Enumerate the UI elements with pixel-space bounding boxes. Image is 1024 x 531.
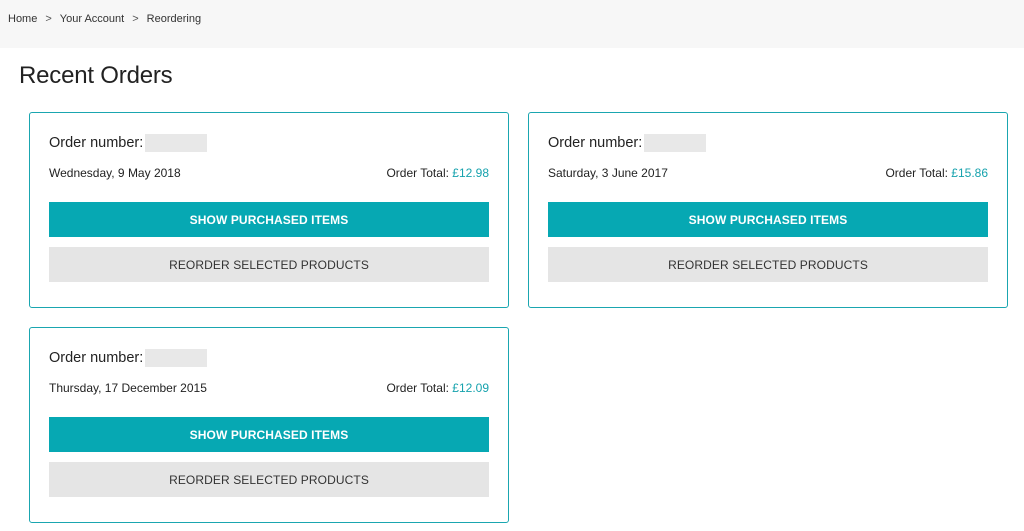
order-meta-row: Saturday, 3 June 2017 Order Total: £15.8… <box>548 165 988 181</box>
order-date: Saturday, 3 June 2017 <box>548 166 668 180</box>
order-card: Order number: Saturday, 3 June 2017 Orde… <box>528 112 1008 308</box>
order-meta-row: Thursday, 17 December 2015 Order Total: … <box>49 380 489 396</box>
order-number-row: Order number: <box>548 133 707 153</box>
order-meta-row: Wednesday, 9 May 2018 Order Total: £12.9… <box>49 165 489 181</box>
order-total-amount: £15.86 <box>951 166 988 180</box>
order-number-value <box>145 134 208 152</box>
order-total-label: Order Total: <box>885 166 948 180</box>
order-total-label: Order Total: <box>386 381 449 395</box>
order-total: Order Total: £12.09 <box>386 381 489 395</box>
order-number-row: Order number: <box>49 133 208 153</box>
breadcrumb-bar: Home > Your Account > Reordering <box>0 0 1024 48</box>
order-total: Order Total: £15.86 <box>885 166 988 180</box>
reorder-selected-products-button[interactable]: REORDER SELECTED PRODUCTS <box>49 247 489 282</box>
page-title: Recent Orders <box>19 62 173 89</box>
order-number-label: Order number: <box>49 350 144 366</box>
breadcrumb: Home > Your Account > Reordering <box>8 13 201 25</box>
order-total: Order Total: £12.98 <box>386 166 489 180</box>
order-number-value <box>644 134 707 152</box>
order-number-value <box>145 349 208 367</box>
breadcrumb-current-page: Reordering <box>146 13 202 25</box>
breadcrumb-separator: > <box>132 13 139 25</box>
order-number-row: Order number: <box>49 348 208 368</box>
breadcrumb-home-link[interactable]: Home <box>8 13 37 25</box>
order-card: Order number: Thursday, 17 December 2015… <box>29 327 509 523</box>
order-card: Order number: Wednesday, 9 May 2018 Orde… <box>29 112 509 308</box>
order-total-amount: £12.98 <box>452 166 489 180</box>
breadcrumb-your-account-link[interactable]: Your Account <box>60 13 124 25</box>
order-total-amount: £12.09 <box>452 381 489 395</box>
show-purchased-items-button[interactable]: SHOW PURCHASED ITEMS <box>49 417 489 452</box>
order-date: Wednesday, 9 May 2018 <box>49 166 181 180</box>
reorder-selected-products-button[interactable]: REORDER SELECTED PRODUCTS <box>49 462 489 497</box>
order-total-label: Order Total: <box>386 166 449 180</box>
show-purchased-items-button[interactable]: SHOW PURCHASED ITEMS <box>548 202 988 237</box>
show-purchased-items-button[interactable]: SHOW PURCHASED ITEMS <box>49 202 489 237</box>
order-date: Thursday, 17 December 2015 <box>49 381 207 395</box>
reorder-selected-products-button[interactable]: REORDER SELECTED PRODUCTS <box>548 247 988 282</box>
breadcrumb-separator: > <box>45 13 52 25</box>
order-number-label: Order number: <box>49 135 144 151</box>
order-number-label: Order number: <box>548 135 643 151</box>
